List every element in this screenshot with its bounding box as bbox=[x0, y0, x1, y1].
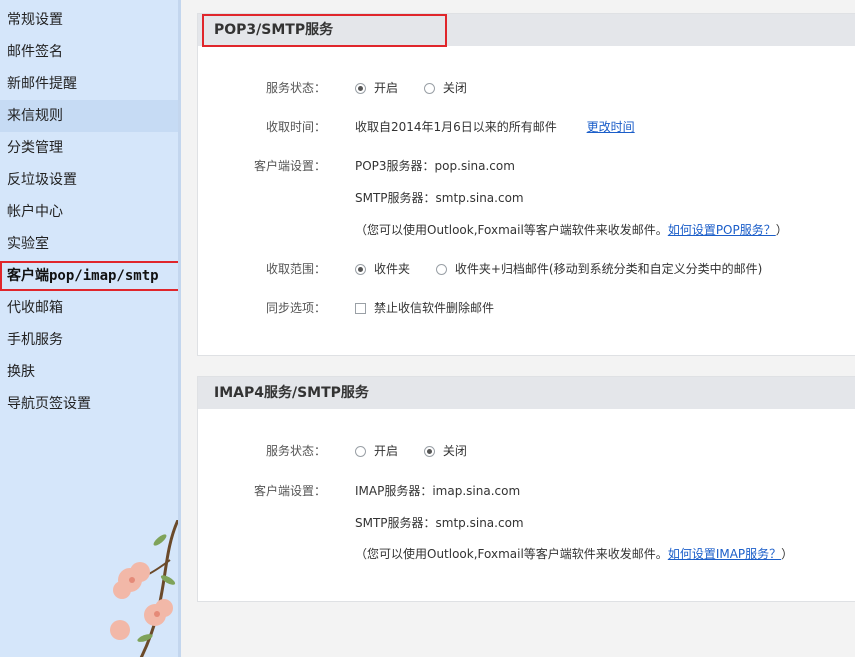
imap-status-label: 服务状态： bbox=[265, 444, 326, 458]
sidebar-item-categories[interactable]: 分类管理 bbox=[0, 132, 178, 164]
pop3-server-value: POP3服务器：pop.sina.com bbox=[355, 159, 515, 173]
imap-panel-title: IMAP4服务/SMTP服务 bbox=[214, 385, 369, 401]
imap-status-on-option[interactable]: 开启 bbox=[355, 442, 398, 459]
imap-status-options: 开启 关闭 bbox=[355, 442, 489, 459]
pop3-status-label: 服务状态： bbox=[265, 81, 326, 95]
sidebar-item-mobile-service[interactable]: 手机服务 bbox=[0, 324, 178, 356]
pop3-time-label: 收取时间： bbox=[265, 120, 326, 134]
sidebar-item-mail-rules[interactable]: 来信规则 bbox=[0, 100, 178, 132]
range-all-option[interactable]: 收件夹+归档邮件(移动到系统分类和自定义分类中的邮件) bbox=[435, 260, 762, 277]
how-to-setup-imap-link[interactable]: 如何设置IMAP服务？ bbox=[668, 547, 781, 561]
sidebar-item-signature[interactable]: 邮件签名 bbox=[0, 36, 178, 68]
imap-client-label: 客户端设置： bbox=[253, 484, 326, 498]
sidebar-item-general[interactable]: 常规设置 bbox=[0, 4, 178, 36]
pop3-time-row: 收取自2014年1月6日以来的所有邮件 更改时间 bbox=[355, 118, 635, 135]
pop3-client-note: （您可以使用Outlook,Foxmail等客户端软件来收发邮件。如何设置POP… bbox=[355, 223, 788, 237]
radio-off-icon[interactable] bbox=[435, 264, 447, 275]
change-time-link[interactable]: 更改时间 bbox=[587, 120, 635, 134]
radio-on-icon[interactable] bbox=[355, 264, 366, 275]
settings-sidebar: 常规设置 邮件签名 新邮件提醒 来信规则 分类管理 反垃圾设置 帐户中心 实验室… bbox=[0, 0, 178, 657]
how-to-setup-pop-link[interactable]: 如何设置POP服务？ bbox=[668, 223, 776, 237]
imap-status-off-option[interactable]: 关闭 bbox=[423, 442, 467, 459]
pop3-status-on-option[interactable]: 开启 bbox=[355, 79, 398, 96]
sidebar-item-nav-tabs[interactable]: 导航页签设置 bbox=[0, 388, 178, 420]
radio-on-icon[interactable] bbox=[355, 83, 366, 94]
pop3-title-highlight bbox=[202, 14, 447, 47]
pop3-status-options: 开启 关闭 bbox=[355, 79, 489, 96]
imap-panel-header: IMAP4服务/SMTP服务 bbox=[198, 377, 855, 409]
flower-decoration bbox=[110, 520, 178, 657]
imap-client-note: （您可以使用Outlook,Foxmail等客户端软件来收发邮件。如何设置IMA… bbox=[355, 547, 794, 561]
range-inbox-option[interactable]: 收件夹 bbox=[355, 260, 410, 277]
radio-off-icon[interactable] bbox=[355, 446, 366, 457]
sidebar-item-skin[interactable]: 换肤 bbox=[0, 356, 178, 388]
pop3-client-label: 客户端设置： bbox=[253, 159, 326, 173]
pop3-sync-option[interactable]: 禁止收信软件删除邮件 bbox=[355, 299, 494, 316]
pop3-time-value: 收取自2014年1月6日以来的所有邮件 bbox=[355, 120, 557, 134]
radio-on-icon[interactable] bbox=[423, 446, 435, 457]
sidebar-item-client-pop-imap-smtp[interactable]: 客户端pop/imap/smtp bbox=[0, 261, 178, 291]
checkbox-icon[interactable] bbox=[355, 303, 366, 314]
sidebar-item-mail-collect[interactable]: 代收邮箱 bbox=[0, 292, 178, 324]
pop3-range-label: 收取范围： bbox=[265, 262, 326, 276]
pop3-status-off-option[interactable]: 关闭 bbox=[423, 79, 467, 96]
sidebar-item-new-mail-alert[interactable]: 新邮件提醒 bbox=[0, 68, 178, 100]
pop3-sync-label: 同步选项： bbox=[265, 301, 326, 315]
pop3-panel: POP3/SMTP服务 服务状态： 开启 关闭 收取时间： 收取自2014年1月… bbox=[197, 13, 855, 356]
radio-off-icon[interactable] bbox=[423, 83, 435, 94]
sidebar-item-lab[interactable]: 实验室 bbox=[0, 228, 178, 260]
sidebar-item-anti-spam[interactable]: 反垃圾设置 bbox=[0, 164, 178, 196]
imap-server-value: IMAP服务器：imap.sina.com bbox=[355, 484, 521, 498]
pop3-smtp-server-value: SMTP服务器：smtp.sina.com bbox=[355, 191, 524, 205]
imap-panel: IMAP4服务/SMTP服务 服务状态： 开启 关闭 客户端设置： IMAP服务… bbox=[197, 376, 855, 602]
pop3-range-options: 收件夹 收件夹+归档邮件(移动到系统分类和自定义分类中的邮件) bbox=[355, 260, 784, 277]
main-content: POP3/SMTP服务 服务状态： 开启 关闭 收取时间： 收取自2014年1月… bbox=[181, 0, 855, 657]
sidebar-item-account-center[interactable]: 帐户中心 bbox=[0, 196, 178, 228]
imap-smtp-server-value: SMTP服务器：smtp.sina.com bbox=[355, 516, 524, 530]
